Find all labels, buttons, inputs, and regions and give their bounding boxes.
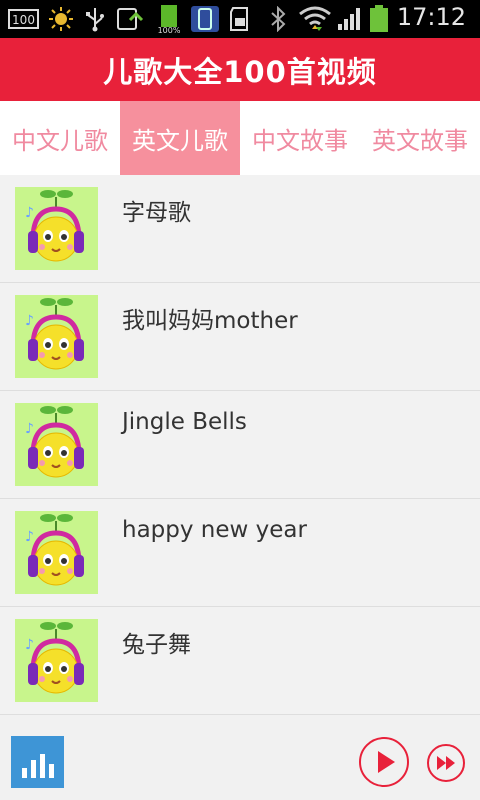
cartoon-headphone-sprout-icon: ♪ (15, 403, 98, 486)
cartoon-headphone-sprout-icon: ♪ (15, 187, 98, 270)
title-bar: 儿歌大全100首视频 (0, 38, 480, 101)
sd-card-icon (228, 6, 252, 32)
svg-text:♪: ♪ (25, 205, 34, 221)
play-icon[interactable] (359, 737, 409, 787)
tab-english-stories[interactable]: 英文故事 (360, 101, 480, 175)
svg-text:♪: ♪ (25, 313, 34, 329)
list-item-title: 字母歌 (122, 200, 191, 226)
tab-chinese-songs[interactable]: 中文儿歌 (0, 101, 120, 175)
signal-icon (336, 6, 364, 32)
player-bar (0, 716, 480, 800)
battery-full-icon: 100% (156, 5, 182, 34)
sync-icon (116, 6, 146, 32)
svg-text:100: 100 (12, 13, 35, 27)
equalizer-icon[interactable] (11, 736, 64, 788)
status-bar: 100 100% 17:12 (0, 0, 480, 38)
tab-chinese-stories[interactable]: 中文故事 (240, 101, 360, 175)
phone-icon (190, 6, 220, 32)
battery-saver-100-icon: 100 (8, 6, 40, 32)
sun-icon (48, 6, 74, 32)
svg-text:♪: ♪ (25, 421, 34, 437)
svg-text:♪: ♪ (25, 529, 34, 545)
battery-icon (368, 5, 390, 32)
list-item[interactable]: ♪ 字母歌 (0, 175, 480, 283)
list-item[interactable]: ♪ 兔子舞 (0, 607, 480, 715)
app-title: 儿歌大全100首视频 (103, 54, 377, 89)
list-item-title: 兔子舞 (122, 632, 191, 658)
list-item-title: 我叫妈妈mother (122, 308, 298, 334)
svg-text:100%: 100% (158, 26, 181, 34)
cartoon-headphone-sprout-icon: ♪ (15, 511, 98, 594)
list-item[interactable]: ♪ happy new year (0, 499, 480, 607)
tab-english-songs[interactable]: 英文儿歌 (120, 101, 240, 175)
list-item[interactable]: ♪ Jingle Bells (0, 391, 480, 499)
wifi-icon (298, 6, 332, 32)
usb-icon (84, 6, 106, 32)
list-item-title: Jingle Bells (122, 409, 247, 435)
cartoon-headphone-sprout-icon: ♪ (15, 295, 98, 378)
category-tabs: 中文儿歌 英文儿歌 中文故事 英文故事 (0, 101, 480, 175)
svg-text:♪: ♪ (25, 637, 34, 653)
video-list: ♪ 字母歌 ♪ 我叫妈妈mother ♪ Jingle Bells ♪ happ… (0, 175, 480, 715)
cartoon-headphone-sprout-icon: ♪ (15, 619, 98, 702)
fast-forward-icon[interactable] (427, 744, 465, 782)
clock-time: 17:12 (396, 3, 466, 31)
bluetooth-icon (268, 6, 288, 32)
list-item-title: happy new year (122, 517, 307, 543)
list-item[interactable]: ♪ 我叫妈妈mother (0, 283, 480, 391)
